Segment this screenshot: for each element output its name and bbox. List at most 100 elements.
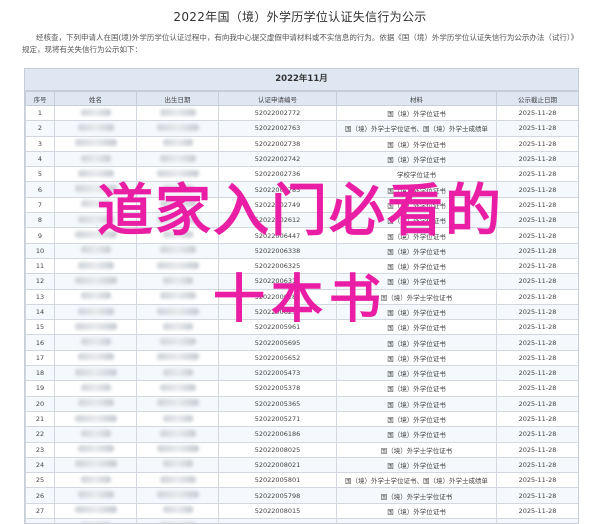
table-row: 5 52022002736 学校学位证书 2025-11-28 (25, 166, 578, 183)
cell-birthdate-redacted (136, 150, 219, 168)
redaction-blur (80, 429, 111, 437)
page-title: 2022年国（境）外学历学位认证失信行为公示 (173, 10, 427, 24)
cell-name-redacted (54, 196, 137, 214)
table-row: 9 52022006447 国（境）外学位证书 2025-11-28 (25, 227, 578, 244)
cell-no: 4 (25, 150, 55, 168)
header-material: 材料 (336, 91, 497, 106)
redaction-blur (159, 246, 196, 254)
cell-no: 5 (25, 166, 55, 183)
redaction-blur (77, 353, 114, 361)
cell-birthdate-redacted (136, 166, 219, 183)
redaction-blur (162, 185, 193, 193)
cell-deadline: 2025-11-28 (496, 120, 578, 137)
cell-name-redacted (54, 135, 137, 152)
cell-application-id: 52022002785 (218, 181, 337, 198)
table-row: 8 52022002612 国（境）外学位证书 2025-11-28 (25, 212, 578, 229)
cell-application-id: 52022006312 (218, 273, 337, 290)
redaction-blur (74, 460, 117, 468)
table-header-row: 序号 姓名 出生日期 认证申请编号 材料 公示截止日期 (25, 91, 578, 106)
cell-deadline: 2025-11-28 (496, 502, 578, 520)
cell-application-id: 52022005365 (218, 395, 337, 412)
cell-material: 国（境）外学位证书 (336, 334, 497, 351)
cell-birthdate-redacted (136, 120, 219, 137)
table-row: 12 52022006312 国（境）外学位证书 2025-11-28 (25, 273, 578, 290)
cell-application-id: 52022002772 (218, 104, 337, 122)
redaction-blur (156, 261, 199, 269)
cell-material: 国（境）外学位证书 (336, 456, 497, 474)
table-row: 7 52022002749 国（境）外学位证书 2025-11-28 (25, 196, 578, 214)
redaction-blur (159, 108, 196, 116)
cell-no: 19 (25, 380, 55, 397)
cell-deadline: 2025-11-28 (496, 518, 578, 523)
redaction-blur (74, 368, 117, 376)
cell-deadline: 2025-11-28 (496, 257, 578, 275)
redaction-blur (156, 353, 199, 361)
cell-material: 国（境）外学士学位证书 (336, 487, 497, 504)
cell-application-id: 52022006447 (218, 227, 337, 244)
redaction-blur (162, 414, 193, 422)
redaction-blur (77, 215, 114, 223)
cell-material: 国（境）外学位证书 (336, 380, 497, 397)
cell-material: 国（境）外学位证书 (336, 212, 497, 229)
cell-application-id: 52022002612 (218, 212, 337, 229)
cell-deadline: 2025-11-28 (496, 227, 578, 244)
cell-material: 国（境）外学位证书 (336, 502, 497, 520)
cell-material: 国（境）外学士学位证书 (336, 441, 497, 458)
table-title: 2022年11月 (25, 69, 578, 91)
cell-no: 25 (25, 472, 55, 489)
redaction-blur (74, 231, 117, 239)
redaction-blur (156, 215, 199, 223)
cell-application-id: 52022006284 (218, 288, 337, 305)
cell-birthdate-redacted (136, 227, 219, 244)
cell-material: 国（境）外学士学位证书 (336, 288, 497, 305)
cell-deadline: 2025-11-28 (496, 380, 578, 397)
cell-deadline: 2025-11-28 (496, 365, 578, 382)
cell-deadline: 2025-11-28 (496, 212, 578, 229)
redaction-blur (80, 475, 111, 483)
cell-name-redacted (54, 257, 137, 275)
cell-deadline: 2025-11-28 (496, 410, 578, 428)
cell-application-id: 52022005652 (218, 349, 337, 367)
cell-name-redacted (54, 334, 137, 351)
cell-application-id: 52022005798 (218, 487, 337, 504)
cell-no: 2 (25, 120, 55, 137)
cell-birthdate-redacted (136, 349, 219, 367)
cell-deadline: 2025-11-28 (496, 426, 578, 443)
cell-birthdate-redacted (136, 135, 219, 152)
cell-deadline: 2025-11-28 (496, 487, 578, 504)
cell-name-redacted (54, 518, 137, 523)
cell-application-id: 52022005473 (218, 365, 337, 382)
cell-name-redacted (54, 441, 137, 458)
cell-no: 11 (25, 257, 55, 275)
cell-material: 国（境）外学位证书 (336, 150, 497, 168)
cell-birthdate-redacted (136, 196, 219, 214)
cell-no: 15 (25, 319, 55, 336)
cell-application-id: 52022005695 (218, 334, 337, 351)
cell-name-redacted (54, 487, 137, 504)
cell-no: 28 (25, 518, 55, 523)
redaction-blur (74, 414, 117, 422)
cell-deadline: 2025-11-28 (496, 349, 578, 367)
redaction-blur (162, 322, 193, 330)
table-row: 26 52022005798 国（境）外学士学位证书 2025-11-28 (25, 487, 578, 504)
redaction-blur (77, 445, 114, 453)
header-birthdate: 出生日期 (136, 91, 219, 106)
cell-deadline: 2025-11-28 (496, 150, 578, 168)
cell-application-id: 52022008025 (218, 441, 337, 458)
redaction-blur (80, 383, 111, 391)
redaction-blur (156, 399, 199, 407)
cell-material: 国（境）外学位证书 (336, 242, 497, 259)
redaction-blur (80, 338, 111, 346)
intro-paragraph: 经核查，下列申请人在国(境)外学历学位认证过程中，有向我中心提交虚假申请材料或不… (22, 33, 575, 54)
cell-name-redacted (54, 166, 137, 183)
cell-name-redacted (54, 120, 137, 137)
table-row: 4 52022002742 国（境）外学位证书 2025-11-28 (25, 150, 578, 168)
cell-application-id: 52022002742 (218, 150, 337, 168)
cell-no: 9 (25, 227, 55, 244)
redaction-blur (74, 276, 117, 284)
cell-no: 13 (25, 288, 55, 305)
cell-name-redacted (54, 365, 137, 382)
table-row: 6 52022002785 国（境）外学位证书 2025-11-28 (25, 181, 578, 198)
cell-no: 22 (25, 426, 55, 443)
redaction-blur (156, 169, 199, 177)
